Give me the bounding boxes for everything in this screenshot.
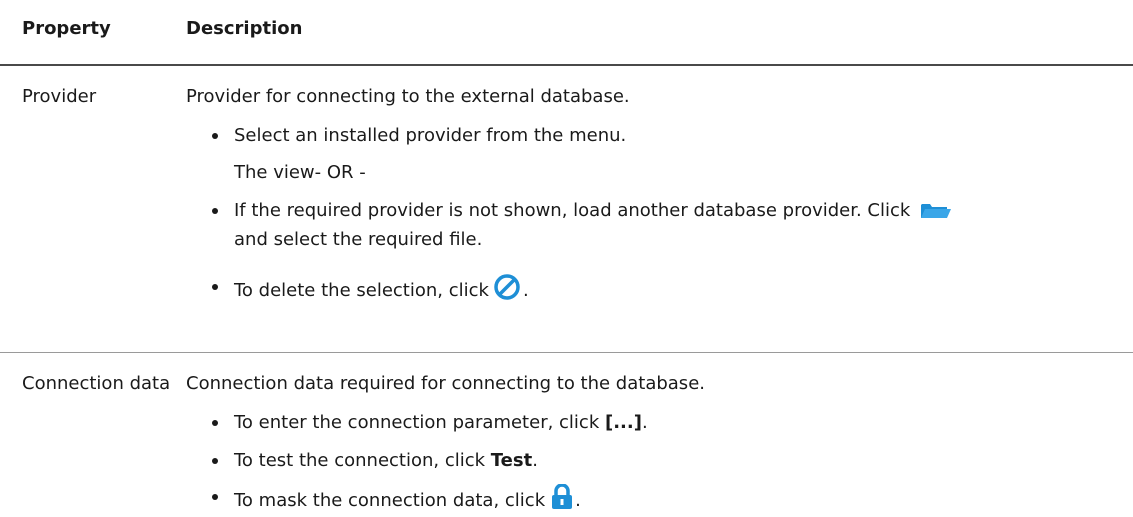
list-item: To delete the selection, click . <box>212 274 1114 307</box>
list-item-text: If the required provider is not shown, l… <box>234 200 911 221</box>
bracket-button-label: [...] <box>604 412 642 433</box>
test-button-label: Test <box>490 450 533 471</box>
description-text: Connection data required for connecting … <box>186 373 705 394</box>
list-item: To test the connection, click Test. <box>212 448 1114 473</box>
table-row-connection-data: Connection data Connection data required… <box>0 353 1133 511</box>
list-item-text: To mask the connection data, click <box>234 490 546 511</box>
no-entry-icon[interactable] <box>493 274 523 307</box>
property-table: Property Description Provider Provider f… <box>0 0 1133 511</box>
list-item-period: . <box>522 280 529 301</box>
list-item-text: Select an installed provider from the me… <box>234 125 627 146</box>
folder-open-icon[interactable] <box>920 202 952 227</box>
table-row-provider: Provider Provider for connecting to the … <box>0 66 1133 353</box>
list-item: Select an installed provider from the me… <box>212 123 1114 148</box>
list-item-text: To delete the selection, click <box>234 280 489 301</box>
description-text: Provider for connecting to the external … <box>186 86 630 107</box>
header-description: Description <box>186 18 303 39</box>
list-item-period: . <box>575 490 581 511</box>
list-item-period: . <box>641 412 648 433</box>
lock-icon[interactable] <box>549 483 575 517</box>
list-item-text: To test the connection, click <box>234 450 491 471</box>
table-header: Property Description <box>0 0 1133 66</box>
list-item-period: . <box>532 450 538 471</box>
list-item: To enter the connection parameter, click… <box>212 410 1114 435</box>
property-cell: Connection data <box>22 373 171 394</box>
list-item: If the required provider is not shown, l… <box>212 198 1114 252</box>
list-item-text-cont: and select the required file. <box>234 229 483 250</box>
list-item: To mask the connection data, click . <box>212 483 1114 517</box>
note-text: The view- OR - <box>234 162 366 183</box>
property-cell: Provider <box>22 86 97 107</box>
header-property: Property <box>22 18 111 39</box>
list-item-text: To enter the connection parameter, click <box>234 412 605 433</box>
